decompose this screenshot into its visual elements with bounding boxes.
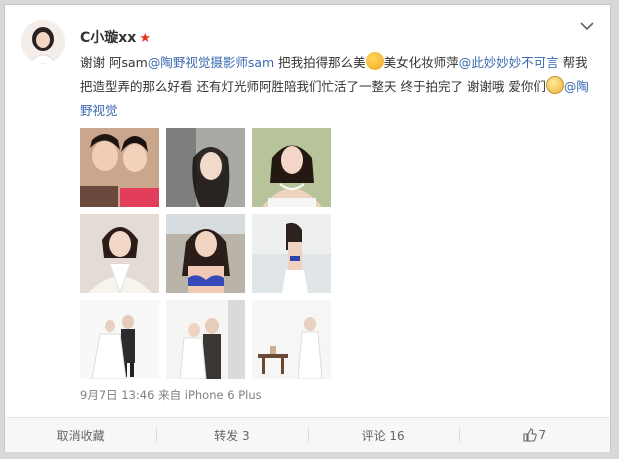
- thumbs-up-icon: [522, 428, 537, 442]
- username-text[interactable]: C小璇xx: [80, 30, 136, 46]
- comment-button[interactable]: 评论 16: [307, 418, 459, 452]
- username[interactable]: C小璇xx ★: [80, 27, 151, 47]
- post-time[interactable]: 9月7日 13:46: [80, 388, 154, 402]
- like-count: 7: [538, 428, 547, 442]
- photo-white-halter-portrait[interactable]: [80, 214, 159, 293]
- post-source[interactable]: iPhone 6 Plus: [185, 388, 262, 402]
- source-prefix: 来自: [158, 388, 182, 402]
- photo-necklace-portrait[interactable]: [252, 128, 331, 207]
- action-bar: 取消收藏 转发 3 评论 16 7: [5, 417, 610, 452]
- blush-emoji-icon: [365, 52, 384, 70]
- mention-link[interactable]: @陶野视觉摄影师sam: [148, 55, 274, 70]
- post-text-segment: 美女化妆师萍: [383, 55, 459, 70]
- post-text-segment: 谢谢 阿sam: [80, 55, 148, 70]
- post-meta: 9月7日 13:46 来自 iPhone 6 Plus: [80, 387, 262, 403]
- verified-star-icon: ★: [139, 31, 151, 46]
- photo-seaside-back-view[interactable]: [252, 214, 331, 293]
- repost-label: 转发 3: [214, 428, 250, 443]
- photo-bride-studio-table[interactable]: [252, 300, 331, 379]
- avatar[interactable]: [21, 20, 65, 64]
- post-text: 谢谢 阿sam@陶野视觉摄影师sam 把我拍得那么美 美女化妆师萍@此妙妙妙不可言…: [80, 51, 600, 123]
- like-button[interactable]: 7: [458, 418, 610, 452]
- comment-label: 评论 16: [361, 428, 405, 443]
- photo-two-girls-selfie[interactable]: [80, 128, 159, 207]
- repost-button[interactable]: 转发 3: [156, 418, 307, 452]
- chevron-down-icon[interactable]: [578, 19, 596, 33]
- photo-beach-bikini-portrait[interactable]: [166, 214, 245, 293]
- photo-couple-studio[interactable]: [80, 300, 159, 379]
- weibo-post-card: C小璇xx ★ 谢谢 阿sam@陶野视觉摄影师sam 把我拍得那么美 美女化妆师萍@…: [4, 4, 611, 452]
- shy-emoji-icon: [545, 76, 564, 94]
- unfavorite-button[interactable]: 取消收藏: [5, 418, 156, 452]
- photo-couple-studio-2[interactable]: [166, 300, 245, 379]
- unfavorite-label: 取消收藏: [56, 428, 105, 443]
- post-text-segment: 把我拍得那么美: [274, 55, 366, 70]
- photo-car-portrait[interactable]: [166, 128, 245, 207]
- mention-link[interactable]: @此妙妙妙不可言: [459, 55, 559, 70]
